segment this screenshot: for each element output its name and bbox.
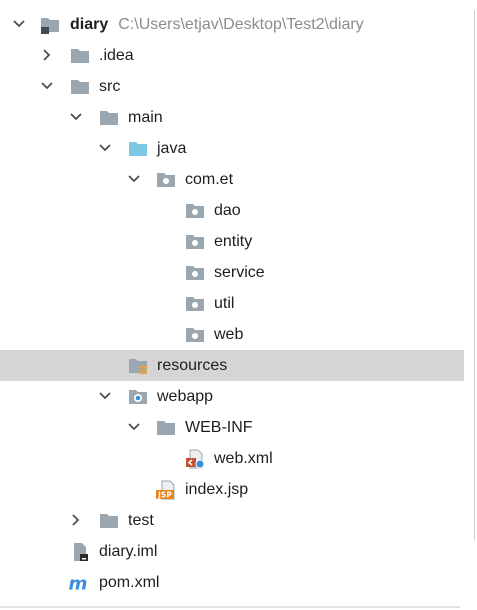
package-icon bbox=[157, 173, 175, 187]
tree-item-com-et[interactable]: com.et bbox=[0, 164, 464, 195]
resources-folder-icon bbox=[129, 359, 147, 374]
tree-label-src: src bbox=[99, 78, 121, 95]
tree-label-webapp: webapp bbox=[157, 388, 214, 405]
tree-label-entity: entity bbox=[214, 233, 253, 250]
folder-icon bbox=[157, 421, 175, 435]
tree-item-java[interactable]: java bbox=[0, 133, 464, 164]
folder-icon bbox=[100, 514, 118, 528]
package-icon bbox=[186, 235, 204, 249]
chevron-down-icon[interactable] bbox=[40, 79, 54, 93]
tree-item-diary[interactable]: diary C:\Users\etjav\Desktop\Test2\diary bbox=[0, 9, 464, 40]
tree-label-pom-xml: pom.xml bbox=[99, 574, 160, 591]
vertical-scrollbar[interactable] bbox=[474, 10, 475, 540]
tree-label-web: web bbox=[214, 326, 244, 343]
jsp-file-icon: JSP bbox=[156, 480, 175, 500]
module-file-icon bbox=[74, 543, 88, 561]
tree-label-diary-iml: diary.iml bbox=[99, 543, 158, 560]
xml-file-icon bbox=[186, 449, 205, 469]
chevron-down-icon[interactable] bbox=[127, 172, 141, 186]
tree-item-src[interactable]: src bbox=[0, 71, 464, 102]
tree-label-web-inf: WEB-INF bbox=[185, 419, 253, 436]
tree-item-idea[interactable]: .idea bbox=[0, 40, 464, 71]
tree-item-main[interactable]: main bbox=[0, 102, 464, 133]
chevron-right-icon[interactable] bbox=[69, 513, 83, 527]
tree-item-entity[interactable]: entity bbox=[0, 226, 464, 257]
tree-item-web-inf[interactable]: WEB-INF bbox=[0, 412, 464, 443]
tree-item-resources[interactable]: resources bbox=[0, 350, 464, 381]
tree-label-index-jsp: index.jsp bbox=[185, 481, 249, 498]
tree-label-web-xml: web.xml bbox=[214, 450, 273, 467]
horizontal-scrollbar[interactable] bbox=[0, 606, 460, 608]
chevron-down-icon[interactable] bbox=[12, 17, 26, 31]
maven-icon: m bbox=[69, 573, 88, 593]
web-folder-icon bbox=[129, 390, 147, 404]
tree-label-java: java bbox=[157, 140, 187, 157]
chevron-down-icon[interactable] bbox=[98, 141, 112, 155]
package-icon bbox=[186, 297, 204, 311]
tree-label-main: main bbox=[128, 109, 163, 126]
tree-label-test: test bbox=[128, 512, 154, 529]
tree-item-util[interactable]: util bbox=[0, 288, 464, 319]
tree-item-pom-xml[interactable]: m pom.xml bbox=[0, 567, 464, 598]
tree-label-util: util bbox=[214, 295, 235, 312]
tree-label-com-et: com.et bbox=[185, 171, 234, 188]
project-tree: diary C:\Users\etjav\Desktop\Test2\diary … bbox=[0, 9, 464, 598]
tree-item-test[interactable]: test bbox=[0, 505, 464, 536]
source-folder-icon bbox=[129, 142, 147, 156]
jsp-badge-text: JSP bbox=[157, 491, 172, 500]
tree-label-resources: resources bbox=[157, 357, 228, 374]
folder-icon bbox=[71, 80, 89, 94]
chevron-down-icon[interactable] bbox=[127, 420, 141, 434]
chevron-down-icon[interactable] bbox=[69, 110, 83, 124]
package-icon bbox=[186, 266, 204, 280]
package-icon bbox=[186, 328, 204, 342]
tree-item-diary-iml[interactable]: diary.iml bbox=[0, 536, 464, 567]
tree-label-idea: .idea bbox=[99, 47, 134, 64]
package-icon bbox=[186, 204, 204, 218]
chevron-down-icon[interactable] bbox=[98, 389, 112, 403]
project-path: C:\Users\etjav\Desktop\Test2\diary bbox=[118, 16, 364, 33]
project-name: diary bbox=[70, 16, 109, 33]
module-folder-icon bbox=[41, 18, 59, 34]
tree-item-webapp[interactable]: webapp bbox=[0, 381, 464, 412]
tree-item-web-xml[interactable]: web.xml bbox=[0, 443, 464, 474]
folder-icon bbox=[100, 111, 118, 125]
tree-label-dao: dao bbox=[214, 202, 241, 219]
maven-badge-text: m bbox=[69, 573, 88, 593]
folder-icon bbox=[71, 49, 89, 63]
tree-item-index-jsp[interactable]: JSP index.jsp bbox=[0, 474, 464, 505]
tree-label-service: service bbox=[214, 264, 265, 281]
chevron-right-icon[interactable] bbox=[40, 48, 54, 62]
tree-item-dao[interactable]: dao bbox=[0, 195, 464, 226]
tree-item-web[interactable]: web bbox=[0, 319, 464, 350]
tree-item-service[interactable]: service bbox=[0, 257, 464, 288]
